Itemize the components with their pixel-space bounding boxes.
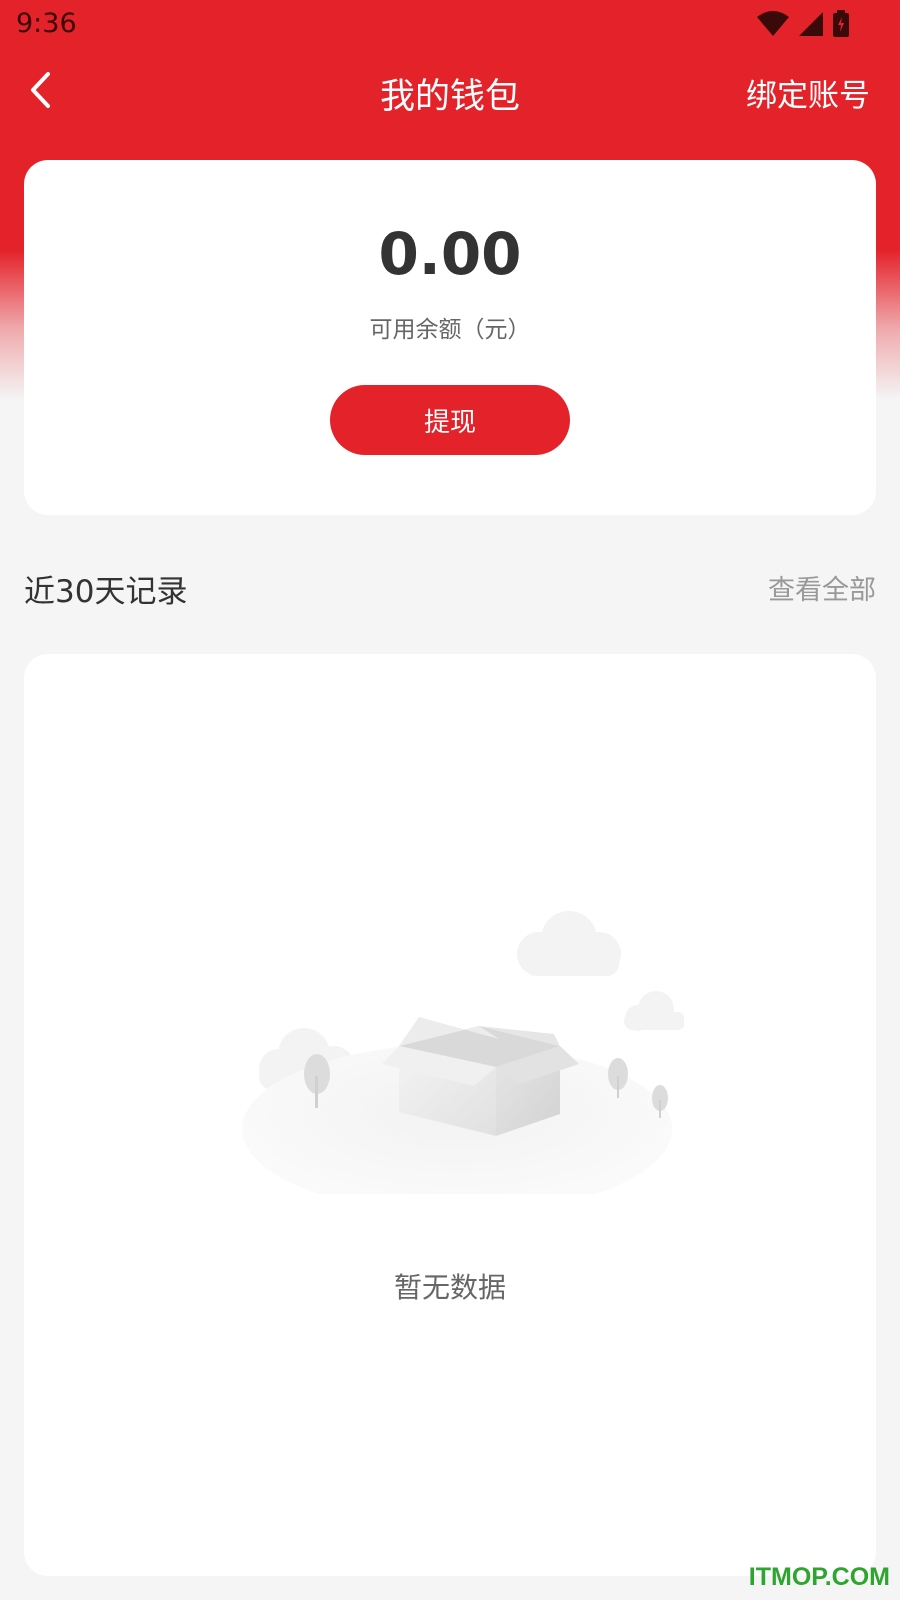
wifi-icon — [756, 11, 790, 37]
status-bar: 9:36 — [0, 0, 900, 50]
wallet-page: 9:36 我的钱包 绑定账号 0.00 可用余额（元） 提现 近30天记录 查看… — [0, 0, 900, 1600]
nav-bar: 我的钱包 绑定账号 — [0, 50, 900, 134]
withdraw-button[interactable]: 提现 — [330, 385, 570, 455]
watermark-logo: ITMOP.COM — [748, 1563, 890, 1591]
record-title: 近30天记录 — [24, 574, 188, 610]
balance-card: 0.00 可用余额（元） 提现 — [24, 160, 876, 515]
record-list: 暂无数据 — [24, 654, 876, 1576]
empty-box-icon — [224, 904, 686, 1214]
balance-label: 可用余额（元） — [369, 317, 531, 343]
record-header: 近30天记录 查看全部 — [24, 560, 876, 610]
view-all-link[interactable]: 查看全部 — [768, 568, 876, 607]
empty-text: 暂无数据 — [393, 1271, 506, 1304]
balance-amount: 0.00 — [378, 220, 522, 288]
status-time: 9:36 — [16, 8, 77, 39]
bind-account-button[interactable]: 绑定账号 — [746, 70, 870, 115]
battery-charging-icon — [832, 10, 850, 38]
signal-icon — [798, 11, 824, 37]
status-icons — [756, 10, 850, 38]
